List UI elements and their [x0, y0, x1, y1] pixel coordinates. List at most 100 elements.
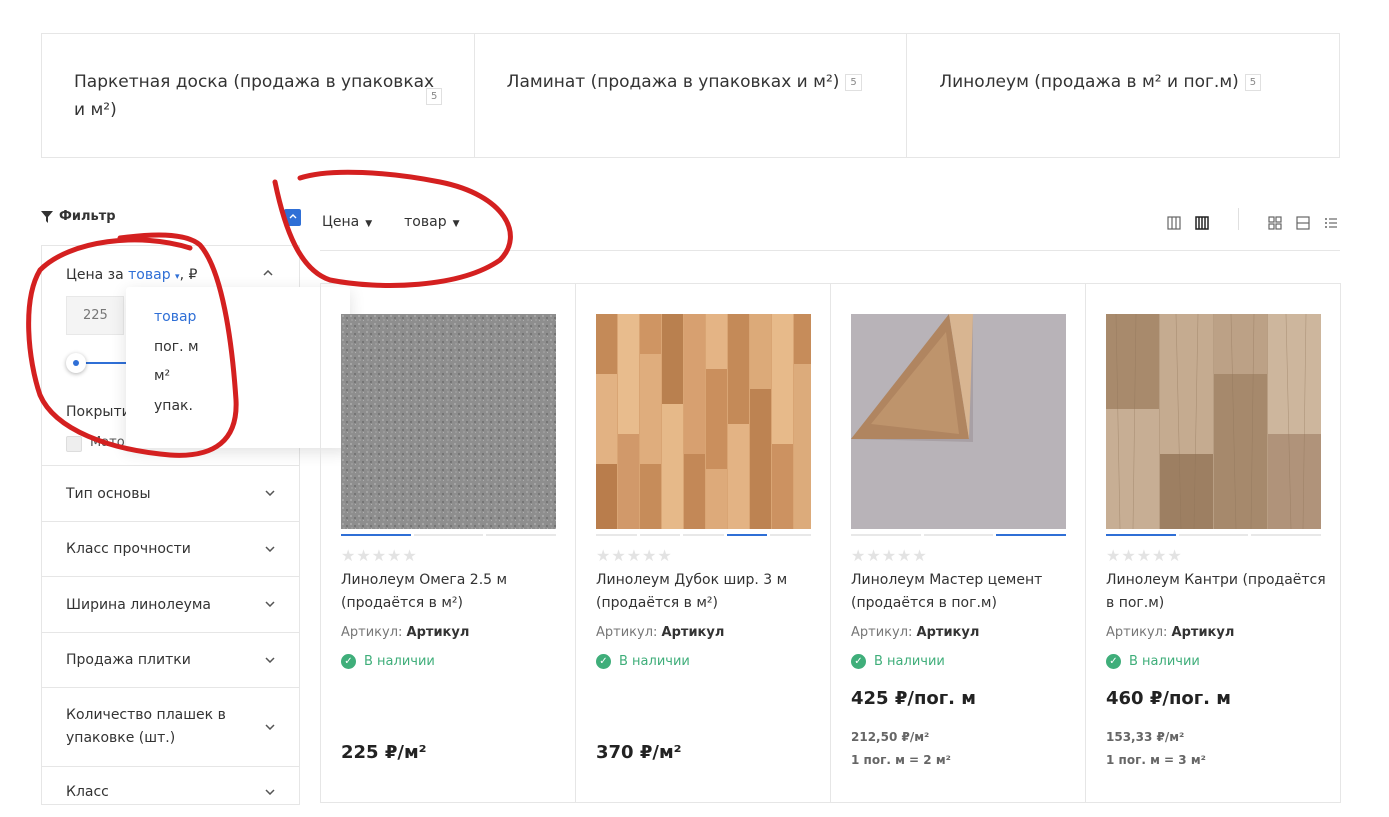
sku-value: Артикул — [406, 625, 470, 640]
check-circle-icon: ✓ — [341, 654, 356, 669]
category-tile-parquet[interactable]: Паркетная доска (продажа в упаковках и м… — [42, 34, 475, 157]
product-card[interactable]: ★★★★★ Линолеум Дубок шир. 3 м (продаётся… — [576, 284, 831, 802]
filter-section-label: Количество плашек в упаковке (шт.) — [66, 707, 226, 746]
category-tile-linoleum[interactable]: Линолеум (продажа в м² и пог.м) 5 — [907, 34, 1339, 157]
image-slider-tabs[interactable] — [341, 534, 557, 536]
sort-price-label: Цена — [322, 214, 360, 230]
rating-stars: ★★★★★ — [1106, 546, 1183, 565]
product-card[interactable]: ★★★★★ Линолеум Мастер цемент (продаётся … — [831, 284, 1086, 802]
sku-label: Артикул: — [341, 625, 403, 640]
product-price: 225 ₽/м² — [341, 742, 427, 763]
rating-stars: ★★★★★ — [596, 546, 673, 565]
check-circle-icon: ✓ — [596, 654, 611, 669]
filter-section-planks-per-pack[interactable]: Количество плашек в упаковке (шт.) — [42, 688, 299, 767]
sort-by-price[interactable]: Цена ▼ — [322, 214, 372, 230]
price-per-square-meter: 153,33 ₽/м² — [1106, 730, 1185, 744]
category-name[interactable]: Ламинат (продажа в упаковках и м²) — [507, 72, 840, 92]
chevron-down-icon — [265, 488, 275, 499]
four-columns-icon[interactable] — [1194, 215, 1210, 231]
price-per-square-meter: 212,50 ₽/м² — [851, 730, 930, 744]
three-columns-icon[interactable] — [1166, 215, 1182, 231]
divider — [320, 250, 1340, 251]
chevron-up-icon — [289, 214, 296, 219]
rating-stars: ★★★★★ — [851, 546, 928, 565]
funnel-icon — [41, 210, 53, 223]
column-view-toggle — [1166, 215, 1210, 231]
filter-section-base-type[interactable]: Тип основы — [42, 466, 299, 522]
rating-stars: ★★★★★ — [341, 546, 418, 565]
stock-label: В наличии — [874, 654, 945, 669]
product-sku: Артикул: Артикул — [341, 625, 469, 640]
filter-header: Фильтр — [41, 209, 116, 224]
filter-section-label: Продажа плитки — [66, 652, 191, 668]
check-circle-icon: ✓ — [851, 654, 866, 669]
chevron-up-icon[interactable] — [263, 268, 273, 279]
stock-label: В наличии — [619, 654, 690, 669]
sku-value: Артикул — [916, 625, 980, 640]
unit-conversion: 1 пог. м = 2 м² — [851, 753, 951, 767]
filter-section-class[interactable]: Класс — [42, 767, 299, 817]
category-count-badge: 5 — [1244, 73, 1262, 91]
chevron-down-icon — [265, 599, 275, 610]
filter-section-label: Класс прочности — [66, 541, 191, 557]
product-name[interactable]: Линолеум Омега 2.5 м (продаётся в м²) — [341, 569, 561, 615]
sku-label: Артикул: — [1106, 625, 1168, 640]
caret-down-icon: ▼ — [452, 219, 460, 229]
image-slider-tabs[interactable] — [1106, 534, 1322, 536]
grid-view-icon[interactable] — [1267, 215, 1283, 231]
product-image[interactable] — [341, 314, 556, 529]
filter-section-linoleum-width[interactable]: Ширина линолеума — [42, 577, 299, 633]
tile-view-icon[interactable] — [1295, 215, 1311, 231]
product-name[interactable]: Линолеум Дубок шир. 3 м (продаётся в м²) — [596, 569, 816, 615]
stock-status: ✓ В наличии — [596, 654, 690, 669]
cover-checkbox[interactable] — [66, 436, 82, 452]
sort-unit-select[interactable]: товар ▼ — [404, 214, 459, 230]
stock-label: В наличии — [1129, 654, 1200, 669]
cover-filter-title[interactable]: Покрыти — [66, 404, 131, 420]
price-slider-handle[interactable] — [66, 353, 86, 373]
product-price: 370 ₽/м² — [596, 742, 682, 763]
filter-collapse-button[interactable] — [284, 209, 301, 226]
filter-section-strength-class[interactable]: Класс прочности — [42, 522, 299, 577]
list-view-icon[interactable] — [1323, 215, 1339, 231]
product-name[interactable]: Линолеум Мастер цемент (продаётся в пог.… — [851, 569, 1071, 615]
product-card[interactable]: ★★★★★ Линолеум Кантри (продаётся в пог.м… — [1086, 284, 1340, 802]
product-sku: Артикул: Артикул — [596, 625, 724, 640]
image-slider-tabs[interactable] — [596, 534, 811, 536]
price-unit-link[interactable]: товар — [128, 267, 170, 283]
product-price: 460 ₽/пог. м — [1106, 688, 1231, 709]
sku-label: Артикул: — [851, 625, 913, 640]
stock-label: В наличии — [364, 654, 435, 669]
chevron-down-icon — [265, 787, 275, 798]
filter-section-tile-sale[interactable]: Продажа плитки — [42, 633, 299, 688]
category-name[interactable]: Паркетная доска (продажа в упаковках и м… — [74, 72, 434, 120]
product-sku: Артикул: Артикул — [851, 625, 979, 640]
category-tiles: Паркетная доска (продажа в упаковках и м… — [41, 33, 1340, 158]
price-label-suffix: , ₽ — [179, 267, 198, 283]
stock-status: ✓ В наличии — [341, 654, 435, 669]
filter-title: Фильтр — [59, 209, 116, 224]
product-image[interactable] — [596, 314, 811, 529]
chevron-down-icon — [265, 544, 275, 555]
product-price: 425 ₽/пог. м — [851, 688, 976, 709]
price-unit-dropdown: товар пог. м м² упак. — [126, 287, 350, 448]
price-filter-title[interactable]: Цена за товар ▾, ₽ — [66, 267, 197, 283]
filter-section-label: Класс — [66, 784, 109, 800]
sku-value: Артикул — [1171, 625, 1235, 640]
divider — [1238, 208, 1239, 230]
category-tile-laminate[interactable]: Ламинат (продажа в упаковках и м²) 5 — [475, 34, 908, 157]
category-count-badge: 5 — [426, 88, 443, 105]
product-name[interactable]: Линолеум Кантри (продаётся в пог.м) — [1106, 569, 1326, 615]
stock-status: ✓ В наличии — [851, 654, 945, 669]
product-image[interactable] — [851, 314, 1066, 529]
sort-unit-label: товар — [404, 214, 447, 230]
price-label-prefix: Цена за — [66, 267, 129, 283]
sku-value: Артикул — [661, 625, 725, 640]
price-min-input[interactable]: 225 — [66, 296, 124, 335]
cover-option-label[interactable]: Мато — [90, 435, 125, 450]
product-image[interactable] — [1106, 314, 1321, 529]
image-slider-tabs[interactable] — [851, 534, 1067, 536]
category-name[interactable]: Линолеум (продажа в м² и пог.м) — [939, 72, 1238, 92]
filter-section-label: Тип основы — [66, 485, 151, 502]
product-card[interactable]: ★★★★★ Линолеум Омега 2.5 м (продаётся в … — [321, 284, 576, 802]
